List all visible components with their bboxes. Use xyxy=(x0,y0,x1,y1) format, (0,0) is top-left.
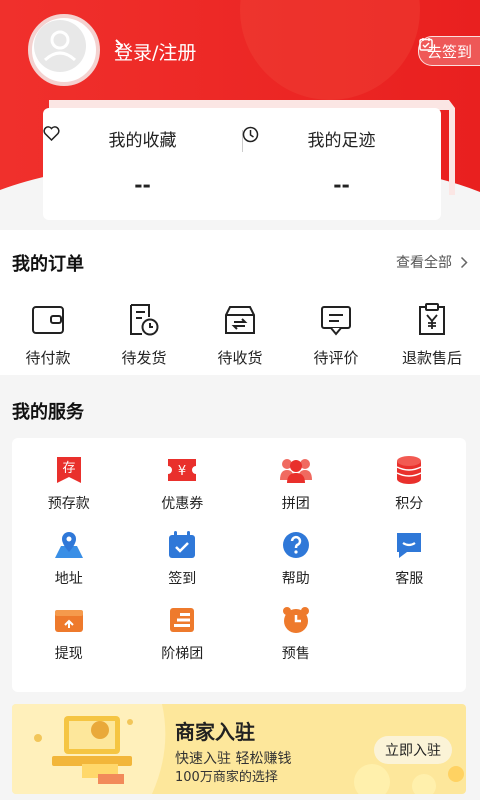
help-icon xyxy=(282,532,309,558)
alarm-clock-icon xyxy=(282,607,309,633)
services-card: 存 预存款 ¥ 优惠券 拼团 积分 地址 签到 帮助 客服 提现 阶梯团 预售 xyxy=(12,438,466,692)
service-points[interactable]: 积分 xyxy=(353,454,467,512)
refund-clipboard-icon xyxy=(419,303,445,335)
checkin-button[interactable]: 去签到 xyxy=(417,36,480,66)
points-coins-icon xyxy=(396,456,422,484)
join-now-button[interactable]: 立即入驻 xyxy=(374,736,452,764)
avatar[interactable] xyxy=(28,14,100,86)
service-customer-service[interactable]: 客服 xyxy=(353,529,467,587)
order-status-row: 待付款 待发货 待收货 待评价 退款售后 xyxy=(0,302,480,368)
comment-icon xyxy=(321,306,351,336)
wallet-icon xyxy=(32,306,64,334)
orders-section: 我的订单 查看全部 待付款 待发货 待收货 待评价 退款售后 xyxy=(0,230,480,375)
service-label: 阶梯团 xyxy=(161,646,204,662)
service-coupon[interactable]: ¥ 优惠券 xyxy=(126,454,240,512)
service-label: 预售 xyxy=(281,646,310,662)
service-label: 优惠券 xyxy=(161,496,204,512)
map-pin-icon xyxy=(54,532,83,558)
svg-text:¥: ¥ xyxy=(178,464,186,479)
footprints-count: -- xyxy=(333,173,350,197)
my-collections[interactable]: 我的收藏 -- xyxy=(43,126,242,197)
profile-header: 登录/注册 去签到 我的收藏 -- 我的足迹 -- xyxy=(0,0,480,230)
delivery-box-icon xyxy=(225,306,255,334)
login-register-link[interactable]: 登录/注册 xyxy=(114,38,196,65)
clock-icon xyxy=(242,126,259,143)
banner-subtitle: 快速入驻 轻松赚钱 xyxy=(175,751,292,767)
service-label: 地址 xyxy=(54,571,83,587)
order-label: 待评价 xyxy=(313,349,359,367)
calendar-check-icon xyxy=(169,531,196,558)
service-presale[interactable]: 预售 xyxy=(239,604,353,662)
order-pending-receipt[interactable]: 待收货 xyxy=(192,302,288,368)
chat-service-icon xyxy=(397,533,422,558)
order-pending-payment[interactable]: 待付款 xyxy=(0,302,96,368)
orders-title: 我的订单 xyxy=(12,254,84,275)
coupon-icon: ¥ xyxy=(168,459,197,481)
checkin-label: 去签到 xyxy=(426,42,472,61)
calendar-icon xyxy=(419,38,433,51)
collections-count: -- xyxy=(134,173,151,197)
service-withdraw[interactable]: 提现 xyxy=(12,604,126,662)
service-address[interactable]: 地址 xyxy=(12,529,126,587)
order-label: 待收货 xyxy=(217,349,263,367)
service-label: 客服 xyxy=(395,571,424,587)
order-pending-review[interactable]: 待评价 xyxy=(288,302,384,368)
service-ladder-group[interactable]: 阶梯团 xyxy=(126,604,240,662)
order-pending-shipment[interactable]: 待发货 xyxy=(96,302,192,368)
deposit-icon: 存 xyxy=(56,457,81,483)
my-footprints[interactable]: 我的足迹 -- xyxy=(242,126,441,197)
service-checkin[interactable]: 签到 xyxy=(126,529,240,587)
service-label: 提现 xyxy=(54,646,83,662)
withdraw-wallet-icon xyxy=(54,610,83,632)
services-grid: 存 预存款 ¥ 优惠券 拼团 积分 地址 签到 帮助 客服 提现 阶梯团 预售 xyxy=(12,454,467,662)
group-icon xyxy=(279,459,312,483)
clock-document-icon xyxy=(130,304,159,336)
chevron-right-icon xyxy=(460,256,468,268)
order-label: 待付款 xyxy=(25,349,71,367)
merchant-join-banner[interactable]: 商家入驻 快速入驻 轻松赚钱 100万商家的选择 立即入驻 xyxy=(12,704,466,794)
service-help[interactable]: 帮助 xyxy=(239,529,353,587)
service-label: 帮助 xyxy=(281,571,310,587)
view-all-orders-link[interactable]: 查看全部 xyxy=(396,252,468,272)
svg-text:存: 存 xyxy=(62,461,75,476)
service-group-buy[interactable]: 拼团 xyxy=(239,454,353,512)
ladder-icon xyxy=(170,608,195,632)
heart-icon xyxy=(43,126,60,141)
order-label: 退款售后 xyxy=(401,349,462,367)
banner-title: 商家入驻 xyxy=(175,720,255,744)
user-placeholder-icon xyxy=(34,20,86,72)
login-label: 登录/注册 xyxy=(114,42,197,64)
service-label: 积分 xyxy=(395,496,424,512)
service-label: 签到 xyxy=(168,571,197,587)
services-title: 我的服务 xyxy=(12,402,84,423)
service-deposit[interactable]: 存 预存款 xyxy=(12,454,126,512)
view-all-label: 查看全部 xyxy=(396,255,452,271)
banner-tagline: 100万商家的选择 xyxy=(175,770,278,785)
order-label: 待发货 xyxy=(121,349,167,367)
service-label: 拼团 xyxy=(281,496,310,512)
chevron-right-icon xyxy=(115,39,124,53)
footprints-label: 我的足迹 xyxy=(307,131,376,151)
favorites-card: 我的收藏 -- 我的足迹 -- xyxy=(43,108,441,220)
service-label: 预存款 xyxy=(47,496,90,512)
collections-label: 我的收藏 xyxy=(108,131,177,151)
order-refund-aftersale[interactable]: 退款售后 xyxy=(384,302,480,368)
